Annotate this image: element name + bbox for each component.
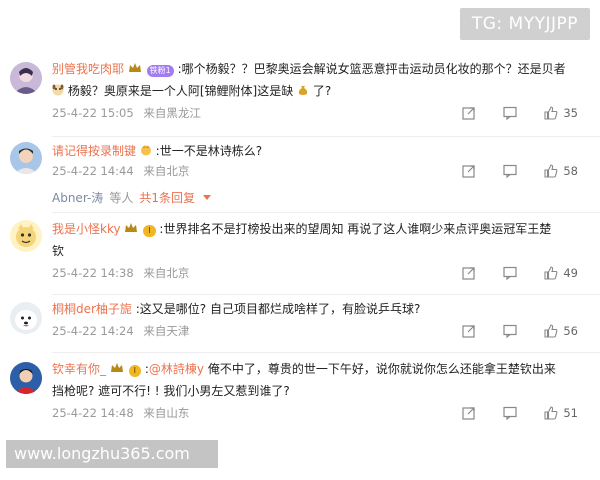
comment-icon[interactable] [503, 106, 517, 120]
comment-text-line1: :世一不是林诗栋么? [155, 144, 263, 158]
comment-text: 钦幸有你_ I :@林詩棟y 俺不中了，尊贵的世一下午好，说你就说你怎么还能拿王… [52, 358, 578, 380]
location: 来自北京 [143, 266, 190, 280]
timestamp: 25-4-22 14:24 [52, 324, 134, 338]
avatar[interactable] [10, 302, 42, 334]
thumbs-up-icon[interactable] [544, 406, 558, 420]
comment-text-line2: 钦 [52, 244, 65, 258]
comment-icon[interactable] [503, 406, 517, 420]
avatar[interactable] [10, 62, 42, 94]
thumbs-up-icon[interactable] [544, 324, 558, 338]
reply-count-link[interactable]: 共1条回复 [139, 189, 195, 206]
timestamp: 25-4-22 15:05 [52, 106, 134, 120]
comment-icon[interactable] [503, 266, 517, 280]
reply-summary[interactable]: Abner-涛 等人 共1条回复 [52, 189, 211, 206]
comment-icon[interactable] [503, 324, 517, 338]
comment-text-line2: 挡枪呢? 遮可不行! ! 我们小男左又惹到谁了? [52, 384, 290, 398]
avatar[interactable] [10, 362, 42, 394]
divider [52, 294, 600, 295]
divider [52, 212, 600, 213]
crown-icon [128, 63, 141, 72]
watermark-bottom: www.longzhu365.com [6, 440, 218, 468]
chevron-down-icon [202, 195, 211, 200]
crown-icon [125, 223, 138, 232]
like-count: 35 [563, 106, 578, 120]
divider [52, 136, 600, 137]
dog-emoji-icon [52, 84, 64, 96]
thumbs-up-icon[interactable] [544, 164, 558, 178]
like-count: 56 [563, 324, 578, 338]
fan-badge: 铁粉1 [146, 65, 174, 77]
share-icon[interactable] [462, 106, 476, 120]
comment-actions: 49 [462, 264, 578, 282]
crown-emoji-icon [140, 145, 151, 156]
comment-text-line1: :哪个杨毅？？巴黎奥运会解说女篮恶意抨击运动员化妆的那个？还是贝者 [177, 62, 566, 76]
comment-text-line1: :这又是哪位? 自己项目都烂成啥样了，有脸说乒乓球? [135, 302, 421, 316]
comment-text: 桐桐der柚子旎 :这又是哪位? 自己项目都烂成啥样了，有脸说乒乓球? [52, 298, 578, 320]
timestamp: 25-4-22 14:44 [52, 164, 134, 178]
username[interactable]: 请记得按录制键 [52, 144, 136, 158]
avatar[interactable] [10, 142, 42, 174]
thumbs-up-icon[interactable] [544, 266, 558, 280]
location: 来自山东 [143, 406, 190, 420]
location: 来自天津 [143, 324, 190, 338]
share-icon[interactable] [462, 406, 476, 420]
avatar[interactable] [10, 220, 42, 252]
comment-text-part: 了? [312, 84, 332, 98]
comment-actions: 56 [462, 322, 578, 340]
comment-actions: 35 [462, 104, 578, 122]
like-count: 58 [563, 164, 578, 178]
timestamp: 25-4-22 14:48 [52, 406, 134, 420]
share-icon[interactable] [462, 164, 476, 178]
like-count: 51 [563, 406, 578, 420]
level-badge: I [128, 365, 142, 377]
comment-icon[interactable] [503, 164, 517, 178]
divider [52, 352, 600, 353]
comment-actions: 51 [462, 404, 578, 422]
comment-text: 我是小怪kky I :世界排名不是打榜投出来的望周知 再说了这人谁啊少来点评奥运… [52, 218, 578, 240]
username[interactable]: 桐桐der柚子旎 [52, 302, 132, 316]
reply-suffix: 等人 [109, 191, 134, 205]
mention-link[interactable]: @林詩棟y [149, 362, 204, 376]
comment-text-part: 杨毅？奥原来是一个人阿[锦鲤附体]这是缺 [67, 84, 294, 98]
comment-text-line1: :世界排名不是打榜投出来的望周知 再说了这人谁啊少来点评奥运冠军王楚 [159, 222, 552, 236]
comment-text-line2: 杨毅？奥原来是一个人阿[锦鲤附体]这是缺 了? [52, 80, 578, 102]
share-icon[interactable] [462, 324, 476, 338]
comment-text-part: 俺不中了，尊贵的世一下午好，说你就说你怎么还能拿王楚钦出来 [204, 362, 556, 376]
share-icon[interactable] [462, 266, 476, 280]
comment-actions: 58 [462, 162, 578, 180]
like-count: 49 [563, 266, 578, 280]
location: 来自黑龙江 [143, 106, 201, 120]
timestamp: 25-4-22 14:38 [52, 266, 134, 280]
crown-icon [110, 363, 123, 372]
username[interactable]: 我是小怪kky [52, 222, 121, 236]
comment-text: 请记得按录制键 :世一不是林诗栋么? [52, 140, 578, 162]
watermark-top: TG: MYYJJPP [459, 8, 590, 40]
username[interactable]: 别管我吃肉耶 [52, 62, 124, 76]
money-bag-icon [298, 86, 308, 95]
level-badge: I [143, 225, 156, 237]
username[interactable]: 钦幸有你_ [52, 362, 106, 376]
comment-text: 别管我吃肉耶 铁粉1 :哪个杨毅？？巴黎奥运会解说女篮恶意抨击运动员化妆的那个？… [52, 58, 578, 80]
location: 来自北京 [143, 164, 190, 178]
thumbs-up-icon[interactable] [544, 106, 558, 120]
reply-user[interactable]: Abner-涛 [52, 189, 103, 206]
